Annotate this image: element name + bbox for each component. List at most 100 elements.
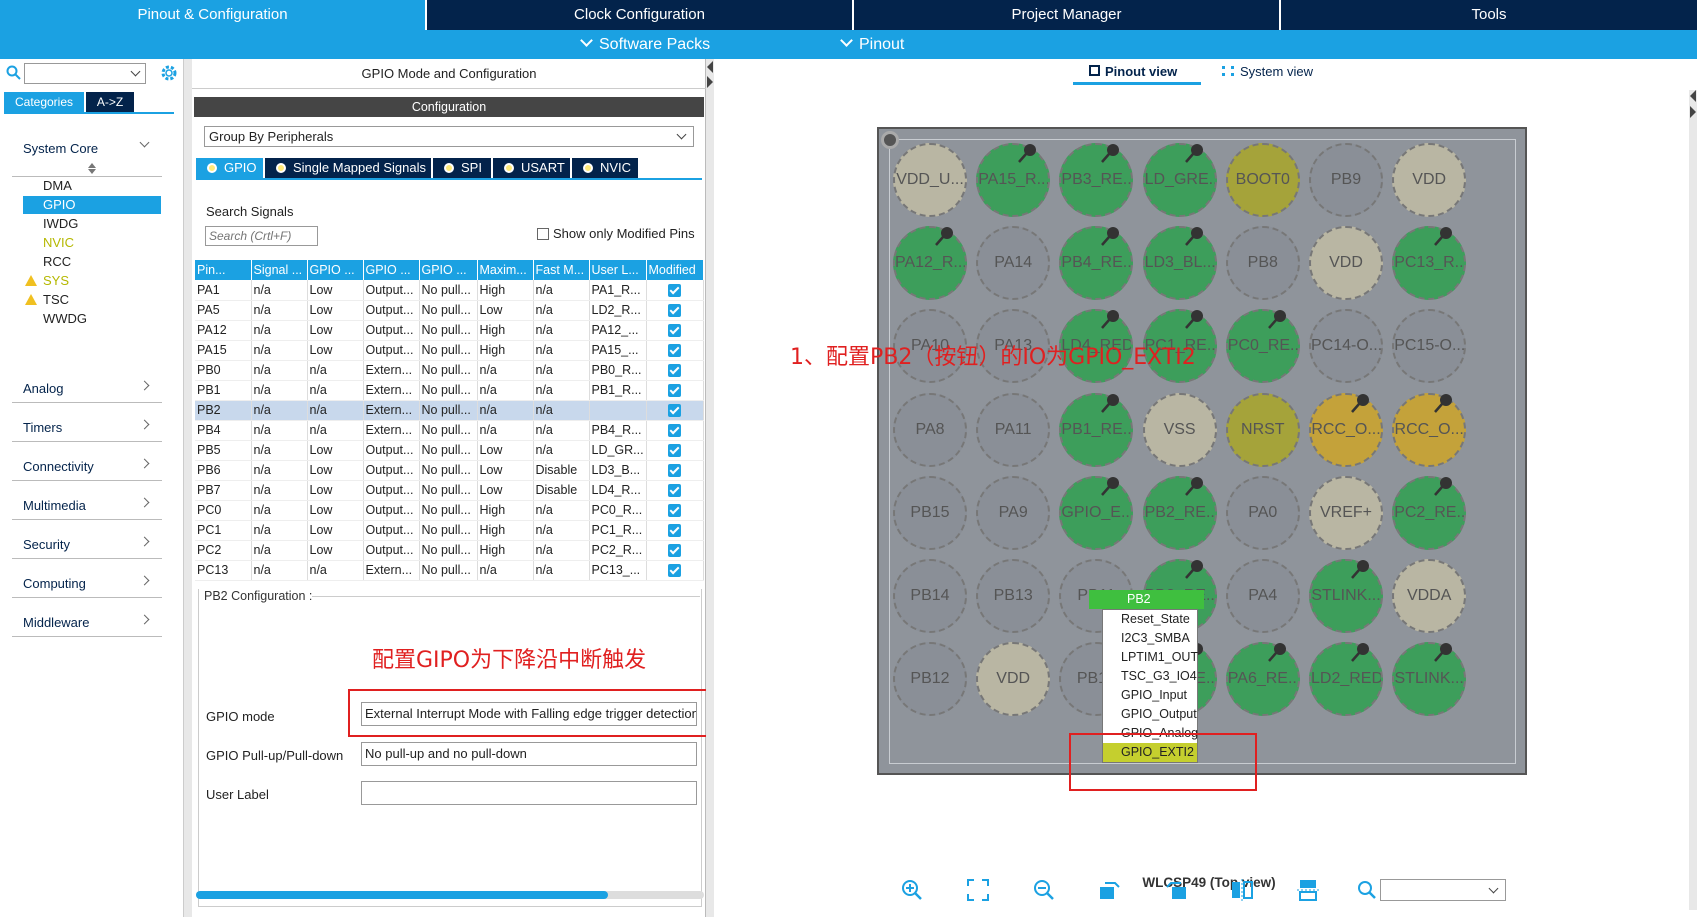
pin-ball[interactable]: VDD [976, 642, 1051, 717]
pin-ball[interactable]: VSS [1142, 392, 1217, 467]
categories-tab[interactable]: Categories [4, 92, 84, 112]
tab-usart[interactable]: USART [493, 158, 571, 178]
pin-ball[interactable]: VREF+ [1309, 475, 1383, 550]
column-header[interactable]: GPIO ... [307, 260, 364, 280]
ip-gpio[interactable]: GPIO [23, 196, 161, 214]
pin-ball[interactable]: PB12 [893, 642, 967, 717]
pin-ball[interactable]: PB13 [976, 559, 1051, 633]
pin-ball[interactable]: PA14 [976, 226, 1051, 301]
table-row[interactable]: PC2 n/a Low Output... No pull... High n/a PC2_R… [195, 540, 704, 561]
zoom-in-icon[interactable] [899, 877, 925, 903]
modified-cell[interactable] [646, 300, 704, 321]
group-system-core[interactable]: System Core [12, 137, 162, 177]
group-middleware[interactable]: Middleware [12, 599, 162, 637]
modified-cell[interactable] [646, 360, 704, 381]
pin-ball[interactable]: NRST [1225, 392, 1300, 467]
show-modified-checkbox[interactable] [537, 228, 549, 240]
table-row[interactable]: PB4 n/a n/a Extern... No pull... n/a n/a PB4_R.… [195, 420, 704, 441]
pin-ball[interactable]: VDD_U... [893, 143, 967, 217]
ip-rcc[interactable]: RCC [23, 253, 161, 271]
pin-ball[interactable]: BOOT0 [1225, 143, 1300, 217]
menu-item[interactable]: LPTIM1_OUT [1103, 648, 1198, 667]
modified-checkbox[interactable] [668, 324, 681, 338]
group-security[interactable]: Security [12, 521, 162, 559]
ip-nvic[interactable]: NVIC [23, 234, 161, 252]
fit-screen-icon[interactable] [965, 877, 991, 903]
group-multimedia[interactable]: Multimedia [12, 482, 162, 520]
group-computing[interactable]: Computing [12, 560, 162, 598]
modified-cell[interactable] [646, 440, 704, 461]
tab-gpio[interactable]: GPIO [196, 158, 264, 178]
ip-dma[interactable]: DMA [23, 177, 161, 195]
modified-checkbox[interactable] [668, 404, 681, 418]
collapse-arrow-icon[interactable] [707, 61, 713, 73]
pin-ball[interactable]: PB8 [1225, 226, 1300, 301]
column-header[interactable]: User L... [589, 260, 647, 280]
pin-ball[interactable]: VDD [1309, 226, 1383, 301]
table-row[interactable]: PA1 n/a Low Output... No pull... High n/a PA1_R… [195, 280, 704, 301]
modified-checkbox[interactable] [668, 564, 681, 578]
menu-item[interactable]: Reset_State [1103, 610, 1197, 629]
table-row[interactable]: PA12 n/a Low Output... No pull... High n/a PA12… [195, 320, 704, 341]
modified-checkbox[interactable] [668, 524, 681, 538]
group-by-select[interactable]: Group By Peripherals [204, 126, 694, 147]
arrow-left-icon[interactable] [1690, 90, 1696, 102]
modified-cell[interactable] [646, 420, 704, 441]
tab-spi[interactable]: SPI [433, 158, 492, 178]
table-row[interactable]: PB7 n/a Low Output... No pull... Low Disable LD… [195, 480, 704, 501]
pull-select[interactable]: No pull-up and no pull-down [361, 742, 697, 766]
modified-checkbox[interactable] [668, 464, 681, 478]
pin-ball[interactable]: VDDA [1392, 559, 1467, 633]
modified-cell[interactable] [646, 400, 704, 421]
modified-cell[interactable] [646, 280, 704, 301]
pin-ball[interactable]: PC14-O... [1309, 309, 1383, 384]
table-row[interactable]: PC1 n/a Low Output... No pull... High n/a PC1_R… [195, 520, 704, 541]
modified-cell[interactable] [646, 500, 704, 521]
flip-vertical-icon[interactable] [1295, 877, 1321, 903]
modified-checkbox[interactable] [668, 344, 681, 358]
table-row[interactable]: PA5 n/a Low Output... No pull... Low n/a LD2_R.… [195, 300, 704, 321]
tab-single-mapped-signals[interactable]: Single Mapped Signals [265, 158, 432, 178]
table-row[interactable]: PB0 n/a n/a Extern... No pull... n/a n/a PB0_R.… [195, 360, 704, 381]
group-timers[interactable]: Timers [12, 404, 162, 442]
column-header[interactable]: Fast M... [533, 260, 590, 280]
scroll-thumb[interactable] [196, 891, 608, 899]
modified-checkbox[interactable] [668, 484, 681, 498]
search-combo[interactable] [24, 63, 146, 84]
arrow-right-icon[interactable] [1690, 106, 1696, 118]
column-header[interactable]: GPIO ... [419, 260, 478, 280]
search-pin-icon[interactable] [1356, 879, 1378, 901]
table-row[interactable]: PB1 n/a n/a Extern... No pull... n/a n/a PB1_R.… [195, 380, 704, 401]
menu-item[interactable]: TSC_G3_IO4 [1103, 667, 1197, 686]
table-row[interactable]: PB2 n/a n/a Extern... No pull... n/a n/a [195, 400, 704, 421]
splitter-right[interactable] [706, 59, 714, 917]
tab-nvic[interactable]: NVIC [572, 158, 639, 178]
gear-icon[interactable] [160, 64, 178, 82]
modified-checkbox[interactable] [668, 304, 681, 318]
a-z-tab[interactable]: A->Z [86, 92, 134, 112]
menu-item[interactable]: GPIO_Input [1103, 686, 1197, 705]
modified-checkbox[interactable] [668, 364, 681, 378]
flip-horizontal-icon[interactable] [1229, 877, 1255, 903]
modified-cell[interactable] [646, 480, 704, 501]
column-header[interactable]: Modified [646, 260, 704, 280]
pin-ball[interactable]: PA4 [1225, 559, 1300, 633]
pin-ball[interactable]: PA0 [1225, 475, 1300, 550]
tab-pinout-view[interactable]: Pinout view [1073, 59, 1201, 85]
column-header[interactable]: Maxim... [477, 260, 534, 280]
pin-ball[interactable]: PA9 [976, 475, 1051, 550]
modified-checkbox[interactable] [668, 424, 681, 438]
group-analog[interactable]: Analog [12, 365, 162, 403]
modified-checkbox[interactable] [668, 504, 681, 518]
table-row[interactable]: PC13 n/a n/a Extern... No pull... n/a n/a PC13_… [195, 560, 704, 581]
search-icon[interactable] [6, 65, 22, 81]
user-label-input[interactable] [361, 781, 697, 805]
search-signals-input[interactable] [205, 226, 318, 246]
menu-item[interactable]: I2C3_SMBA [1103, 629, 1197, 648]
tab-tools[interactable]: Tools [1281, 0, 1697, 30]
modified-cell[interactable] [646, 320, 704, 341]
ip-iwdg[interactable]: IWDG [23, 215, 161, 233]
splitter-left[interactable] [184, 59, 192, 917]
modified-cell[interactable] [646, 460, 704, 481]
modified-cell[interactable] [646, 540, 704, 561]
